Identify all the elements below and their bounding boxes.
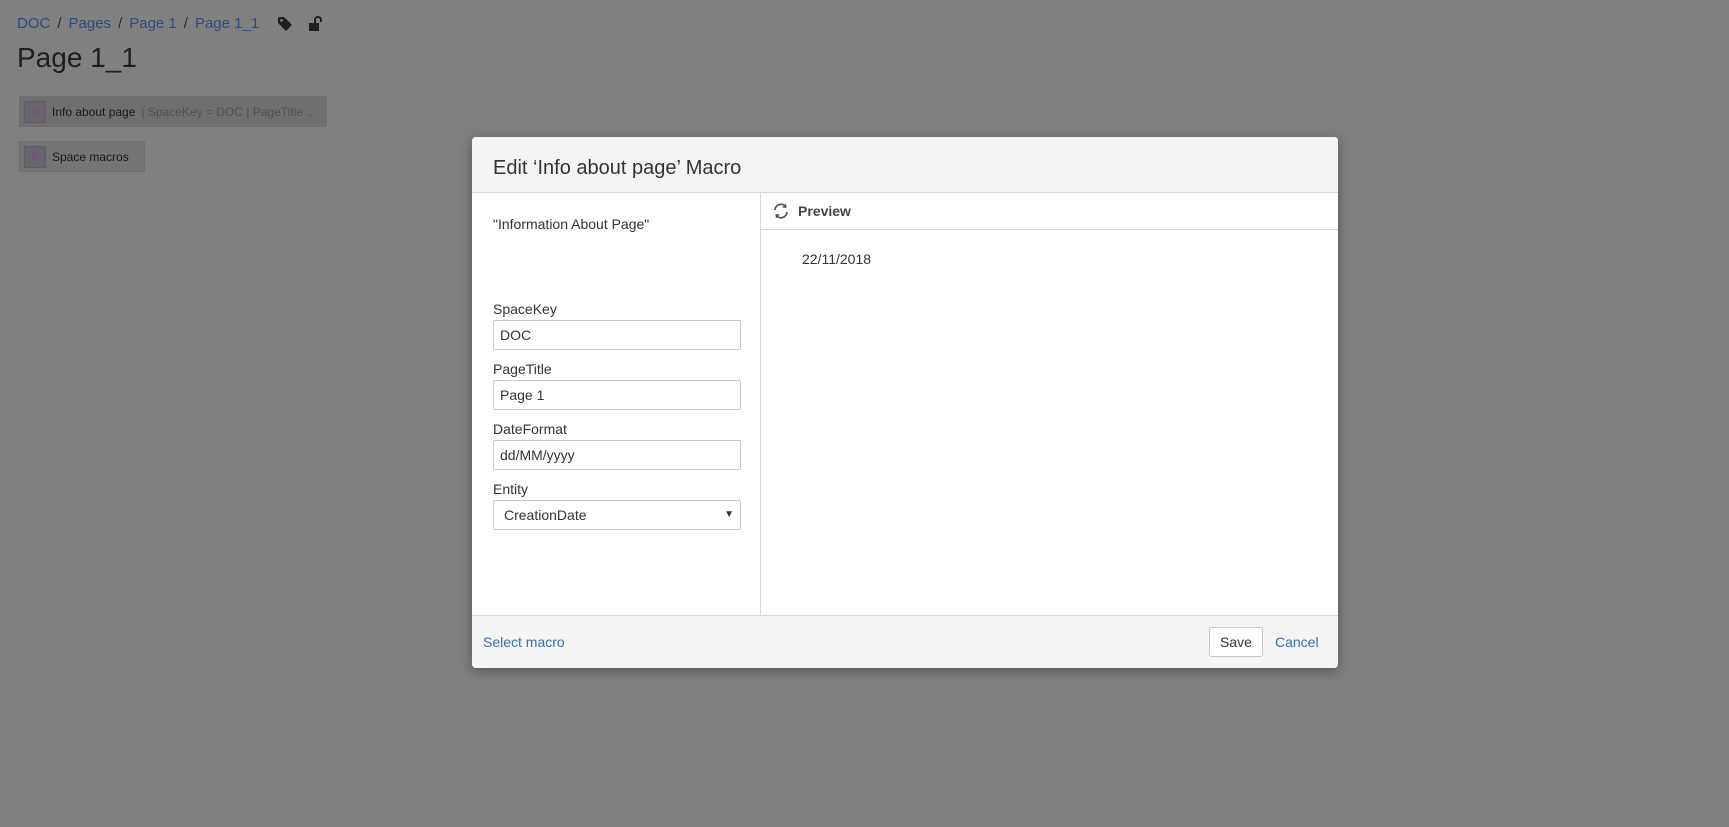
dialog-title: Edit ‘Info about page’ Macro: [493, 157, 742, 179]
entity-label: Entity: [493, 481, 529, 497]
macro-name: Space macros: [52, 149, 129, 164]
breadcrumb-page-1-1[interactable]: Page 1_1: [195, 15, 259, 32]
breadcrumb-separator: /: [57, 15, 62, 32]
breadcrumb-doc[interactable]: DOC: [17, 15, 50, 32]
pagetitle-input[interactable]: [493, 380, 741, 410]
macro-icon: ◘: [24, 145, 46, 168]
spacekey-label: SpaceKey: [493, 301, 557, 317]
page-title: Page 1_1: [17, 42, 137, 73]
entity-select-value: CreationDate: [504, 507, 587, 523]
refresh-icon[interactable]: [772, 202, 790, 220]
dialog-header: Edit ‘Info about page’ Macro: [472, 137, 1338, 193]
pagetitle-label: PageTitle: [493, 361, 552, 377]
breadcrumb: DOC / Pages / Page 1 / Page 1_1: [17, 15, 323, 32]
save-button[interactable]: Save: [1209, 627, 1263, 657]
tag-icon[interactable]: [277, 16, 293, 32]
breadcrumb-separator: /: [118, 15, 123, 32]
breadcrumb-separator: /: [183, 15, 188, 32]
dialog-footer: Select macro Save Cancel: [472, 615, 1338, 668]
macro-parameters-pane: "Information About Page" SpaceKey PageTi…: [472, 193, 761, 615]
breadcrumb-pages[interactable]: Pages: [69, 15, 112, 32]
edit-macro-dialog: Edit ‘Info about page’ Macro "Informatio…: [472, 137, 1338, 668]
entity-select[interactable]: CreationDate ▼: [493, 500, 741, 530]
preview-output: 22/11/2018: [802, 251, 872, 267]
dateformat-label: DateFormat: [493, 421, 567, 437]
breadcrumb-page-1[interactable]: Page 1: [129, 15, 177, 32]
preview-toolbar: Preview: [761, 193, 1338, 230]
preview-pane: Preview 22/11/2018: [761, 193, 1338, 615]
macro-icon: ◘: [24, 100, 46, 123]
cancel-link[interactable]: Cancel: [1275, 634, 1319, 650]
macro-params: | SpaceKey = DOC | PageTitle ...: [141, 104, 317, 119]
macro-description: "Information About Page": [493, 216, 650, 232]
macro-placeholder-info-about-page[interactable]: ◘ Info about page | SpaceKey = DOC | Pag…: [19, 96, 327, 127]
unlock-icon[interactable]: [307, 15, 323, 32]
dialog-body: "Information About Page" SpaceKey PageTi…: [472, 193, 1338, 615]
dateformat-input[interactable]: [493, 440, 741, 470]
macro-placeholder-space-macros[interactable]: ◘ Space macros: [19, 141, 145, 172]
select-macro-link[interactable]: Select macro: [483, 634, 565, 650]
spacekey-input[interactable]: [493, 320, 741, 350]
macro-name: Info about page: [52, 104, 136, 119]
preview-label: Preview: [798, 203, 851, 219]
chevron-down-icon: ▼: [724, 509, 734, 520]
